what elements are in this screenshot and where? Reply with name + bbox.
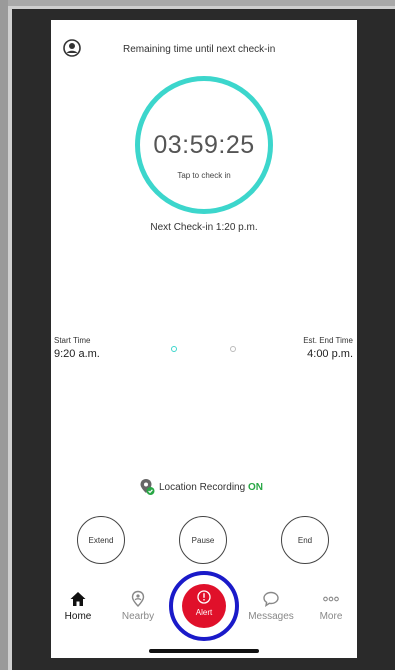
nav-nearby[interactable]: Nearby — [113, 590, 163, 622]
phone-screen: Remaining time until next check-in 03:59… — [51, 20, 357, 658]
nav-nearby-label: Nearby — [121, 611, 155, 622]
frame-left-highlight — [8, 6, 12, 670]
extend-button[interactable]: Extend — [77, 516, 125, 564]
more-dots-icon — [323, 596, 339, 602]
alert-label: Alert — [195, 608, 213, 617]
end-time-value: 4:00 p.m. — [307, 348, 353, 360]
nav-messages[interactable]: Messages — [246, 590, 296, 622]
frame-left-border — [0, 0, 8, 670]
device-frame: Remaining time until next check-in 03:59… — [0, 0, 395, 670]
nav-more-label: More — [319, 611, 343, 622]
tap-to-check-in-label: Tap to check in — [177, 171, 231, 180]
location-status-on: ON — [247, 482, 263, 493]
end-button[interactable]: End — [281, 516, 329, 564]
nav-messages-label: Messages — [248, 611, 294, 622]
start-time-value: 9:20 a.m. — [54, 348, 100, 360]
home-indicator-bar[interactable] — [149, 649, 259, 653]
header-title: Remaining time until next check-in — [123, 44, 276, 55]
end-time-label: Est. End Time — [303, 336, 353, 345]
progress-dot-inactive — [230, 346, 236, 352]
alert-button[interactable]: Alert — [182, 584, 226, 628]
nearby-person-pin-icon — [131, 590, 145, 607]
frame-top-highlight — [8, 6, 395, 9]
start-time-label: Start Time — [54, 336, 91, 345]
countdown-timer: 03:59:25 — [153, 131, 255, 159]
check-in-ring-button[interactable]: 03:59:25 Tap to check in — [135, 76, 273, 214]
nav-home-label: Home — [64, 611, 92, 622]
home-icon — [70, 592, 86, 606]
next-checkin-text: Next Check-in 1:20 p.m. — [150, 222, 258, 233]
alert-exclamation-icon — [197, 590, 211, 604]
progress-dot-active — [171, 346, 177, 352]
pause-button[interactable]: Pause — [179, 516, 227, 564]
account-circle-icon[interactable] — [63, 39, 81, 57]
location-recording-label: Location Recording — [159, 482, 246, 493]
location-check-icon — [140, 479, 155, 495]
location-recording-status: Location Recording ON — [159, 482, 263, 493]
nav-home[interactable]: Home — [53, 590, 103, 622]
chat-bubble-icon — [263, 591, 279, 607]
nav-more[interactable]: More — [306, 590, 356, 622]
